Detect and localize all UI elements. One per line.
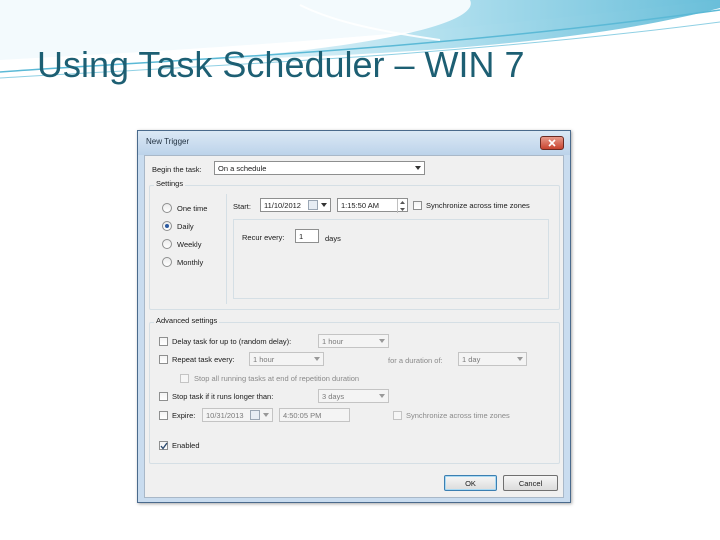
calendar-icon [308,200,318,210]
settings-separator [226,194,227,304]
sync-timezones-checkbox[interactable] [413,201,422,210]
chevron-down-icon [415,166,421,170]
radio-daily-label: Daily [177,222,194,231]
new-trigger-dialog: New Trigger Begin the task: On a schedul… [137,130,571,503]
dialog-titlebar[interactable]: New Trigger [138,131,570,155]
settings-group-label: Settings [154,179,186,188]
chevron-down-icon [379,339,385,343]
stop-all-checkbox[interactable] [180,374,189,383]
calendar-icon [250,410,260,420]
stop-if-longer-label: Stop task if it runs longer than: [172,392,274,401]
stop-if-longer-checkbox[interactable] [159,392,168,401]
delay-task-checkbox[interactable] [159,337,168,346]
ok-button[interactable]: OK [444,475,497,491]
expire-label: Expire: [172,411,196,420]
cancel-button[interactable]: Cancel [503,475,558,491]
expire-time-input[interactable]: 4:50:05 PM [279,408,350,422]
dialog-title: New Trigger [146,137,190,146]
close-button[interactable] [540,136,564,150]
enabled-label: Enabled [172,441,200,450]
radio-one-time[interactable] [162,203,172,213]
stop-all-label: Stop all running tasks at end of repetit… [194,374,360,383]
repeat-task-label: Repeat task every: [172,355,235,364]
chevron-down-icon [321,203,327,207]
repeat-task-checkbox[interactable] [159,355,168,364]
chevron-down-icon [517,357,523,361]
close-icon [548,139,556,147]
advanced-settings-label: Advanced settings [154,316,220,325]
delay-task-select[interactable]: 1 hour [318,334,389,348]
duration-select[interactable]: 1 day [458,352,527,366]
checkmark-icon [160,442,168,450]
recur-every-input[interactable]: 1 [295,229,319,243]
delay-task-label: Delay task for up to (random delay): [172,337,292,346]
enabled-checkbox[interactable] [159,441,168,450]
begin-task-label: Begin the task: [152,165,202,174]
recur-every-label: Recur every: [242,233,285,242]
radio-one-time-label: One time [177,204,208,213]
begin-task-select[interactable]: On a schedule [214,161,425,175]
spin-down-icon [400,208,405,211]
chevron-down-icon [263,413,269,417]
radio-monthly[interactable] [162,257,172,267]
chevron-down-icon [379,394,385,398]
recur-unit-label: days [325,234,341,243]
stop-if-longer-select[interactable]: 3 days [318,389,389,403]
sync-timezones-label: Synchronize across time zones [426,201,530,210]
duration-label: for a duration of: [388,356,443,365]
recurrence-panel [233,219,549,299]
radio-weekly[interactable] [162,239,172,249]
slide-title: Using Task Scheduler – WIN 7 [37,44,525,85]
chevron-down-icon [314,357,320,361]
radio-daily[interactable] [162,221,172,231]
start-time-spinner[interactable] [397,199,407,213]
expire-sync-checkbox[interactable] [393,411,402,420]
start-label: Start: [233,202,251,211]
radio-weekly-label: Weekly [177,240,202,249]
expire-date-picker[interactable]: 10/31/2013 [202,408,273,422]
expire-sync-label: Synchronize across time zones [406,411,510,420]
dialog-body: Begin the task: On a schedule Settings O… [144,155,564,498]
expire-checkbox[interactable] [159,411,168,420]
radio-monthly-label: Monthly [177,258,204,267]
repeat-task-select[interactable]: 1 hour [249,352,324,366]
spin-up-icon [400,201,405,204]
start-date-picker[interactable]: 11/10/2012 [260,198,331,212]
